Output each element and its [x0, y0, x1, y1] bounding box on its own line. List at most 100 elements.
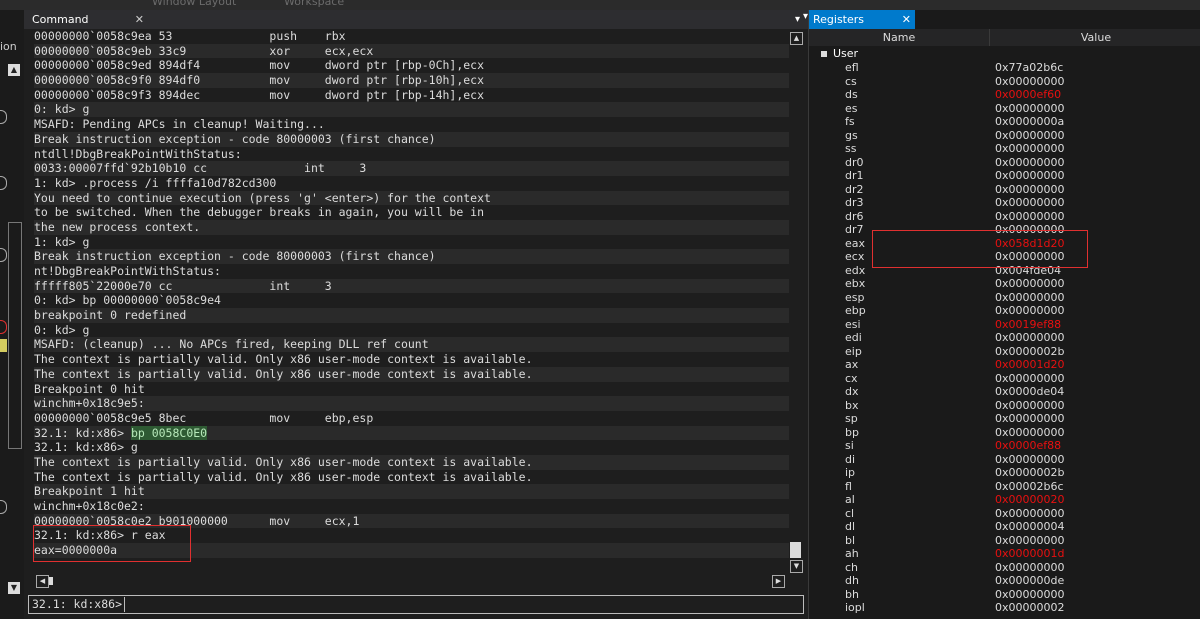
value-column-header[interactable]: Value [989, 29, 1200, 46]
register-row[interactable]: ebp 0x00000000 [809, 304, 1200, 318]
register-row[interactable]: ip 0x0000002b [809, 466, 1200, 480]
register-value[interactable]: 0x00000000 [995, 304, 1065, 318]
register-row[interactable]: efl 0x77a02b6c [809, 61, 1200, 75]
register-row[interactable]: si 0x0000ef88 [809, 439, 1200, 453]
close-icon[interactable]: ✕ [135, 10, 144, 29]
scroll-thumb[interactable] [790, 542, 801, 558]
register-row[interactable]: ax 0x00001d20 [809, 358, 1200, 372]
register-row[interactable]: cx 0x00000000 [809, 372, 1200, 386]
scroll-right-icon[interactable]: ▶ [772, 575, 785, 588]
register-value[interactable]: 0x77a02b6c [995, 61, 1063, 75]
register-value[interactable]: 0x0000000a [995, 115, 1064, 129]
register-row[interactable]: dr0 0x00000000 [809, 156, 1200, 170]
command-input-bar[interactable]: 32.1: kd:x86> [28, 595, 804, 614]
register-value[interactable]: 0x00000000 [995, 534, 1065, 548]
register-row[interactable]: dr6 0x00000000 [809, 210, 1200, 224]
register-row[interactable]: esp 0x00000000 [809, 291, 1200, 305]
register-name: eip [845, 344, 862, 358]
register-value[interactable]: 0x00000000 [995, 210, 1065, 224]
tab-registers[interactable]: Registers ✕ [809, 10, 915, 29]
register-value[interactable]: 0x00002b6c [995, 480, 1064, 494]
register-value[interactable]: 0x00000000 [995, 142, 1065, 156]
register-row[interactable]: cs 0x00000000 [809, 75, 1200, 89]
scroll-left-icon[interactable]: ◀ [36, 575, 49, 588]
register-row[interactable]: sp 0x00000000 [809, 412, 1200, 426]
panel-dropdown-icon[interactable]: ▾ [795, 10, 800, 29]
register-value[interactable]: 0x00000002 [995, 601, 1065, 615]
register-row[interactable]: bh 0x00000000 [809, 588, 1200, 602]
register-value[interactable]: 0x0000ef88 [995, 439, 1061, 453]
register-row[interactable]: dr2 0x00000000 [809, 183, 1200, 197]
register-value[interactable]: 0x00000000 [995, 291, 1065, 305]
register-row[interactable]: ss 0x00000000 [809, 142, 1200, 156]
register-value[interactable]: 0x00000000 [995, 169, 1065, 183]
register-row[interactable]: dx 0x0000de04 [809, 385, 1200, 399]
register-value[interactable]: 0x00000000 [995, 372, 1065, 386]
register-value[interactable]: 0x000000de [995, 574, 1064, 588]
collapse-icon[interactable] [821, 51, 827, 57]
register-row[interactable]: di 0x00000000 [809, 453, 1200, 467]
name-column-header[interactable]: Name [809, 29, 989, 46]
left-scroll-down-button[interactable]: ▼ [8, 582, 20, 594]
register-row[interactable]: dh 0x000000de [809, 574, 1200, 588]
register-row[interactable]: ds 0x0000ef60 [809, 88, 1200, 102]
register-row[interactable]: iopl 0x00000002 [809, 601, 1200, 615]
register-row[interactable]: dl 0x00000004 [809, 520, 1200, 534]
command-vertical-scrollbar[interactable]: ▲ ▼ [789, 29, 803, 582]
register-value[interactable]: 0x00000000 [995, 277, 1065, 291]
register-value[interactable]: 0x00000000 [995, 102, 1065, 116]
left-scroll-up-button[interactable]: ▲ [8, 64, 20, 76]
register-value[interactable]: 0x00000000 [995, 196, 1065, 210]
register-row[interactable]: eip 0x0000002b [809, 345, 1200, 359]
register-row[interactable]: al 0x00000020 [809, 493, 1200, 507]
register-row[interactable]: edi 0x00000000 [809, 331, 1200, 345]
register-row[interactable]: fs 0x0000000a [809, 115, 1200, 129]
command-horizontal-scrollbar[interactable]: ◀ ▶ [34, 575, 789, 589]
register-row[interactable]: es 0x00000000 [809, 102, 1200, 116]
left-scrollbar[interactable] [8, 222, 22, 449]
register-value[interactable]: 0x00000000 [995, 399, 1065, 413]
register-row[interactable]: ebx 0x00000000 [809, 277, 1200, 291]
register-value[interactable]: 0x0000002b [995, 466, 1064, 480]
register-value[interactable]: 0x0000001d [995, 547, 1064, 561]
user-register-group[interactable]: User [821, 47, 858, 61]
workspace-menu[interactable]: Workspace [284, 0, 344, 8]
register-value[interactable]: 0x00000004 [995, 520, 1065, 534]
window-layout-menu[interactable]: Window Layout [152, 0, 236, 8]
register-row[interactable]: esi 0x0019ef88 [809, 318, 1200, 332]
register-row[interactable]: cl 0x00000000 [809, 507, 1200, 521]
register-value[interactable]: 0x0019ef88 [995, 318, 1061, 332]
register-value[interactable]: 0x00000000 [995, 412, 1065, 426]
register-value[interactable]: 0x00000000 [995, 561, 1065, 575]
register-value[interactable]: 0x00000000 [995, 156, 1065, 170]
register-value[interactable]: 0x00001d20 [995, 358, 1064, 372]
register-value[interactable]: 0x00000000 [995, 183, 1065, 197]
tab-command[interactable]: Command ✕ [28, 10, 144, 29]
register-value[interactable]: 0x0000ef60 [995, 88, 1061, 102]
register-row[interactable]: bx 0x00000000 [809, 399, 1200, 413]
scroll-down-icon[interactable]: ▼ [790, 560, 803, 573]
output-line-text: 00000000`0058c9eb 33c9 xor ecx,ecx [34, 43, 374, 58]
register-row[interactable]: dr1 0x00000000 [809, 169, 1200, 183]
register-row[interactable]: gs 0x00000000 [809, 129, 1200, 143]
register-value[interactable]: 0x00000000 [995, 426, 1065, 440]
register-value[interactable]: 0x00000000 [995, 507, 1065, 521]
register-row[interactable]: dr3 0x00000000 [809, 196, 1200, 210]
register-row[interactable]: bl 0x00000000 [809, 534, 1200, 548]
register-row[interactable]: ah 0x0000001d [809, 547, 1200, 561]
register-value[interactable]: 0x0000002b [995, 345, 1064, 359]
register-row[interactable]: bp 0x00000000 [809, 426, 1200, 440]
register-value[interactable]: 0x00000000 [995, 129, 1065, 143]
register-value[interactable]: 0x00000000 [995, 588, 1065, 602]
register-value[interactable]: 0x00000000 [995, 75, 1065, 89]
register-value[interactable]: 0x00000000 [995, 453, 1065, 467]
register-value[interactable]: 0x00000000 [995, 331, 1065, 345]
command-output[interactable]: 00000000`0058c9ea 53 push rbx 00000000`00… [34, 29, 789, 581]
scroll-thumb[interactable] [49, 577, 53, 585]
close-icon[interactable]: ✕ [902, 10, 911, 29]
scroll-up-icon[interactable]: ▲ [790, 32, 803, 45]
register-value[interactable]: 0x00000020 [995, 493, 1065, 507]
register-value[interactable]: 0x0000de04 [995, 385, 1064, 399]
register-row[interactable]: fl 0x00002b6c [809, 480, 1200, 494]
register-row[interactable]: ch 0x00000000 [809, 561, 1200, 575]
